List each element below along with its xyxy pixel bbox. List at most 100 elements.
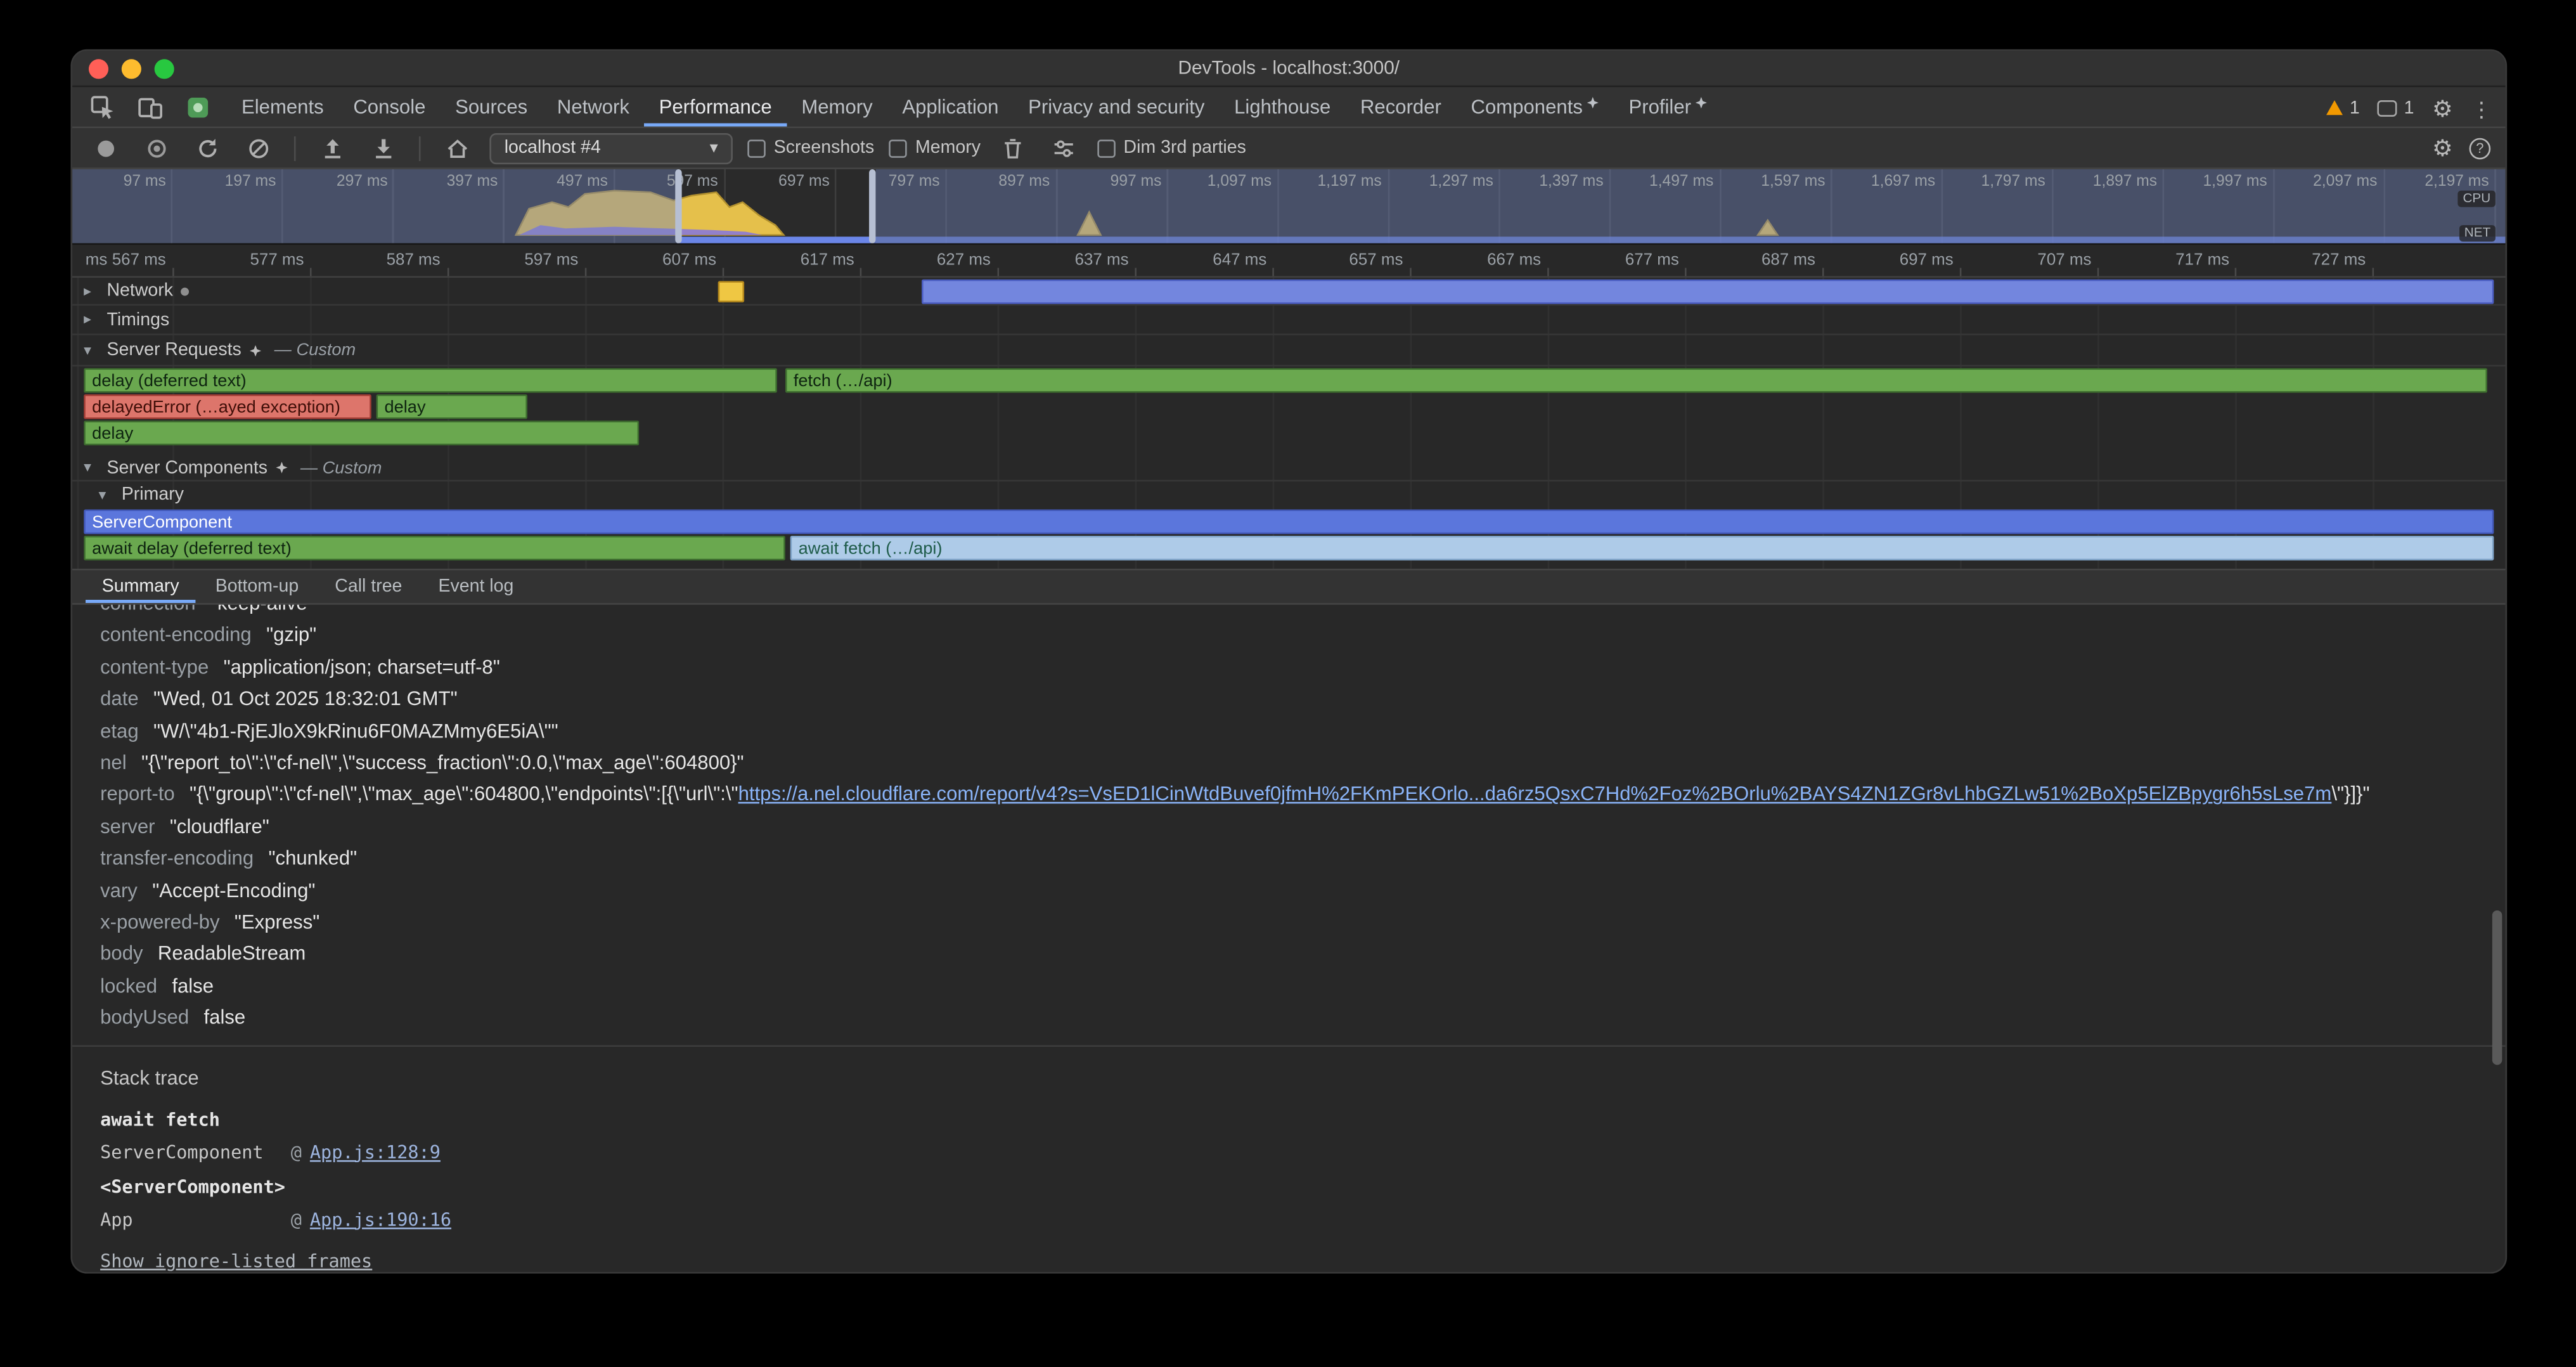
flame-chart-tracks[interactable]: Network Timings Server Requests — Custom… [72,278,2506,569]
network-conditions-button[interactable] [1046,131,1083,165]
capture-settings-button[interactable] [2432,136,2453,159]
selection-handle-left[interactable] [675,169,681,243]
ruler-time-label: ms [86,252,108,270]
details-tab[interactable]: Summary [86,570,196,603]
track-row-primary[interactable]: Primary [72,481,2506,507]
disclosure-triangle-icon[interactable] [99,486,113,504]
track-row-server-components[interactable]: Server Components — Custom [72,455,2506,481]
track-label-network: Network [106,281,173,301]
flame-bar[interactable]: delay [84,421,639,446]
checkbox-box [1097,139,1116,157]
ruler-time-label: 627 ms [937,252,997,270]
ruler-time-label: 687 ms [1761,252,1822,270]
frame-source-link[interactable]: App.js:190:16 [310,1209,451,1231]
collect-garbage-button[interactable] [995,131,1031,165]
ruler-time-label: 607 ms [662,252,723,270]
response-headers-list: connection"keep-alive" content-encoding"… [72,605,2506,1035]
panel-tab[interactable]: Elements [227,87,338,126]
extension-icon[interactable] [179,89,216,124]
timeline-overview[interactable]: 97 ms197 ms297 ms397 ms497 ms597 ms697 m… [72,169,2506,245]
chevron-down-icon [710,138,718,158]
help-button[interactable] [2470,137,2491,159]
messages-badge[interactable]: 1 [2378,98,2414,117]
show-ignore-listed-frames-link[interactable]: Show ignore-listed frames [100,1250,372,1272]
overview-time-label: 97 ms [124,172,171,191]
panel-tab[interactable]: Lighthouse [1220,87,1346,126]
overview-time-label: 1,297 ms [1429,172,1498,191]
disclosure-triangle-icon[interactable] [84,458,98,477]
panel-tab[interactable]: Console [338,87,441,126]
minimize-window-button[interactable] [122,59,141,79]
memory-label: Memory [915,138,981,158]
disclosure-triangle-icon[interactable] [84,311,98,329]
panel-tab[interactable]: Application [887,87,1014,126]
header-value: "{\"report_to\":\"cf-nel\",\"success_fra… [141,751,744,774]
stack-trace-title: Stack trace [100,1066,2505,1089]
flame-bar[interactable]: fetch (…/api) [785,368,2487,393]
panel-tab-label: Components [1471,95,1583,118]
overview-time-label: 197 ms [225,172,281,191]
dim-third-parties-checkbox[interactable]: Dim 3rd parties [1097,138,1246,158]
message-count: 1 [2404,98,2414,117]
frame-source-link[interactable]: App.js:128:9 [310,1142,441,1163]
flame-bar[interactable]: delayedError (…ayed exception) [84,394,371,419]
history-dropdown[interactable]: localhost #4 [489,133,733,164]
ruler-time-label: 587 ms [387,252,447,270]
inspect-element-button[interactable] [84,89,120,124]
header-key: x-powered-by [100,910,219,933]
reload-button[interactable] [189,131,225,165]
flame-bar[interactable]: delay [377,394,527,419]
track-row-server-requests[interactable]: Server Requests — Custom [72,335,2506,366]
ruler-time-label: 697 ms [1900,252,1960,270]
summary-scrollbar-thumb[interactable] [2492,910,2502,1065]
panel-tab[interactable]: Components [1456,87,1614,126]
track-row-timings[interactable]: Timings [72,306,2506,335]
zoom-window-button[interactable] [155,59,174,79]
record-button[interactable] [87,131,123,165]
flame-bar[interactable]: delay (deferred text) [84,368,777,393]
live-metrics-button[interactable] [439,131,475,165]
overview-time-label: 1,897 ms [2093,172,2162,191]
load-profile-button[interactable] [314,131,350,165]
close-window-button[interactable] [89,59,108,79]
screenshots-checkbox[interactable]: Screenshots [747,138,874,158]
overview-time-label: 797 ms [889,172,945,191]
overview-time-label: 897 ms [998,172,1055,191]
flame-bar[interactable]: ServerComponent [84,509,2494,534]
stack-frame-group: await fetch ServerComponent @ App.js:128… [100,1109,2505,1163]
header-key: server [100,815,155,838]
header-key: content-encoding [100,623,252,646]
warning-badge[interactable]: 1 [2327,98,2360,117]
header-value-link[interactable]: https://a.nel.cloudflare.com/report/v4?s… [738,783,2332,806]
header-value: "cloudflare" [170,815,269,838]
panel-tab[interactable]: Memory [787,87,887,126]
header-value-text: "application/json; charset=utf-8" [224,656,500,678]
memory-checkbox[interactable]: Memory [889,138,981,158]
toggle-device-toolbar-button[interactable] [131,89,167,124]
save-profile-button[interactable] [364,131,401,165]
track-row-network[interactable]: Network [72,278,2506,306]
disclosure-triangle-icon[interactable] [84,282,98,301]
flame-bar[interactable]: await fetch (…/api) [790,536,2494,560]
selection-handle-right[interactable] [869,169,875,243]
details-tab[interactable]: Event log [422,570,531,603]
panel-tab[interactable]: Profiler [1614,87,1722,126]
panel-tab[interactable]: Recorder [1346,87,1457,126]
track-config-icon[interactable] [181,287,190,295]
panel-tab[interactable]: Privacy and security [1014,87,1220,126]
flame-bar[interactable]: await delay (deferred text) [84,536,785,560]
window-titlebar: DevTools - localhost:3000/ [72,51,2506,87]
panel-tab[interactable]: Performance [644,87,787,126]
details-tab[interactable]: Call tree [318,570,418,603]
panel-tab[interactable]: Network [543,87,645,126]
clear-button[interactable] [240,131,276,165]
details-tab[interactable]: Bottom-up [199,570,315,603]
devtools-settings-button[interactable] [2432,96,2453,119]
panel-tab-label: Recorder [1360,95,1441,118]
panel-tab[interactable]: Sources [441,87,543,126]
dim-third-parties-label: Dim 3rd parties [1124,138,1246,158]
devtools-menu-button[interactable] [2471,96,2492,119]
disclosure-triangle-icon[interactable] [84,341,98,360]
record-and-reload-button[interactable] [138,131,174,165]
response-header-row: vary"Accept-Encoding" [100,876,2505,907]
